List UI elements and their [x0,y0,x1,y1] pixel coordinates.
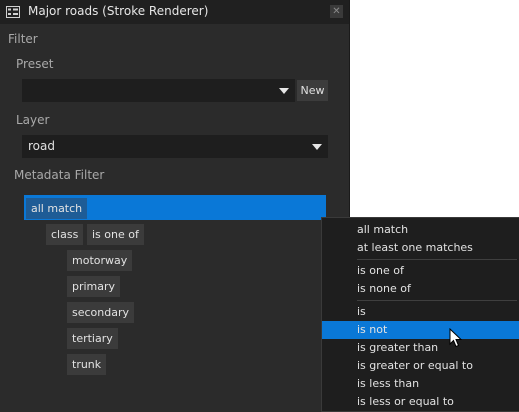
menu-item-is-greater-or-equal[interactable]: is greater or equal to [322,357,519,375]
root-operator-chip[interactable]: all match [26,198,88,219]
menu-item-is-less-than[interactable]: is less than [322,375,519,393]
menu-separator [357,259,517,260]
menu-item-is-less-or-equal[interactable]: is less or equal to [322,393,519,411]
menu-item-label: is one of [357,264,404,277]
menu-item-label: is less than [357,377,420,390]
preset-label: Preset [16,57,54,71]
operator-context-menu: all match at least one matches is one of… [321,217,519,412]
menu-item-label: is greater than [357,341,439,354]
panel-titlebar[interactable]: Major roads (Stroke Renderer) ✕ [0,0,349,24]
layer-panel-icon [6,6,20,18]
close-icon[interactable]: ✕ [330,5,343,18]
layer-value: road [28,139,55,153]
value-chip[interactable]: primary [67,276,121,297]
menu-item-label: is [357,305,366,318]
panel-title: Major roads (Stroke Renderer) [28,4,209,18]
value-chip[interactable]: motorway [67,250,133,271]
filter-section-label: Filter [8,32,38,46]
value-chip[interactable]: secondary [67,302,135,323]
preset-dropdown[interactable] [22,79,295,102]
value-chip[interactable]: trunk [67,354,107,375]
layer-dropdown[interactable]: road [22,135,328,158]
menu-item-is[interactable]: is [322,303,519,321]
menu-item-at-least-one-matches[interactable]: at least one matches [322,239,519,257]
menu-item-label: all match [357,223,409,236]
menu-item-all-match[interactable]: all match [322,221,519,239]
menu-item-is-one-of[interactable]: is one of [322,262,519,280]
menu-item-label: is none of [357,282,411,295]
mouse-pointer-icon [449,328,463,348]
menu-item-label: is greater or equal to [357,359,473,372]
menu-separator [357,300,517,301]
layer-label: Layer [16,113,50,127]
menu-item-is-none-of[interactable]: is none of [322,280,519,298]
menu-item-label: is less or equal to [357,395,454,408]
chevron-down-icon [279,88,289,94]
new-preset-button[interactable]: New [297,80,328,101]
menu-item-is-greater-than[interactable]: is greater than [322,339,519,357]
menu-item-label: at least one matches [357,241,473,254]
condition-key-chip[interactable]: class [46,224,84,245]
condition-operator-chip[interactable]: is one of [87,224,144,245]
properties-panel: Major roads (Stroke Renderer) ✕ Filter P… [0,0,349,412]
metadata-filter-label: Metadata Filter [14,168,105,182]
chevron-down-icon [312,144,322,150]
menu-item-label: is not [357,323,388,336]
menu-item-is-not[interactable]: is not [322,321,519,339]
value-chip[interactable]: tertiary [67,328,118,349]
